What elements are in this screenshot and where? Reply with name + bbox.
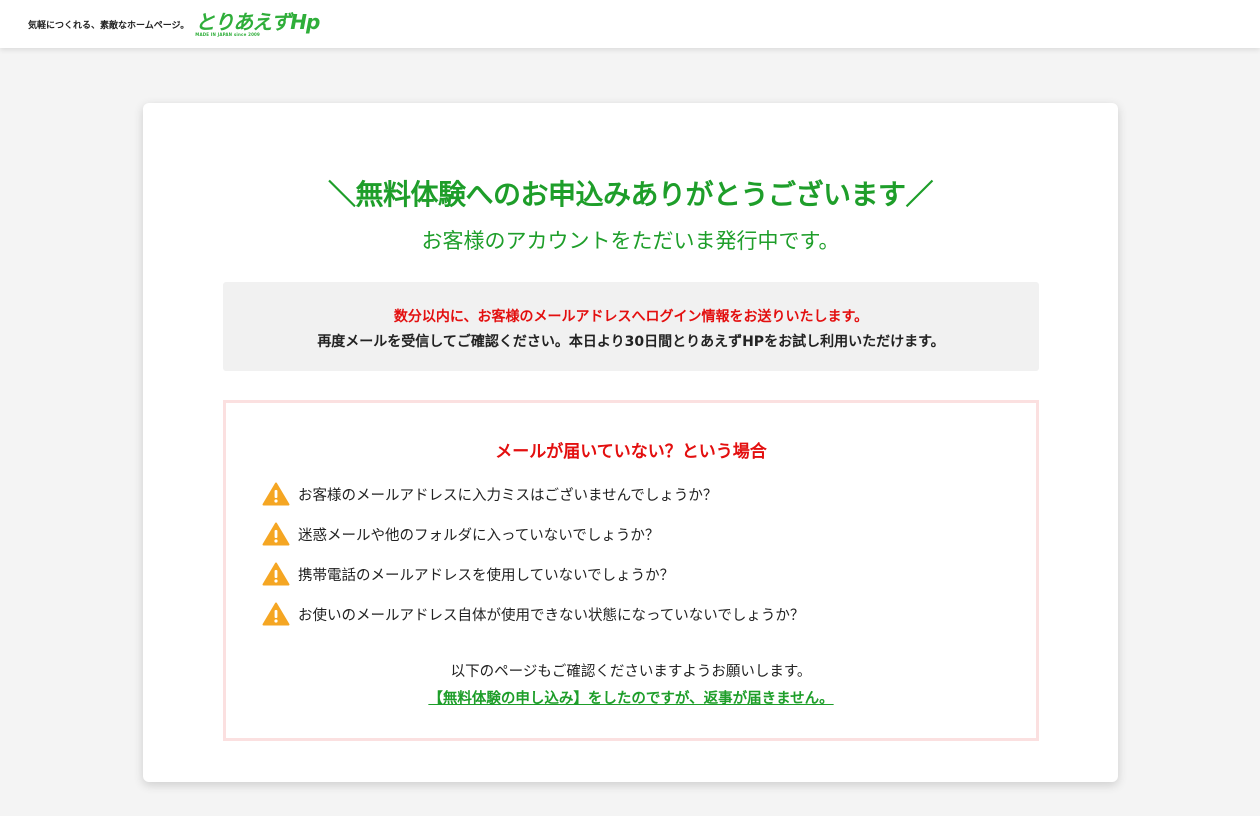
warning-icon [262,562,290,586]
faq-item-text: お使いのメールアドレス自体が使用できない状態になっていないでしょうか？ [298,607,805,624]
info-instruction: 再度メールを受信してご確認ください。本日より30日間とりあえずHPをお試し利用い… [317,334,945,350]
site-tagline: 気軽につくれる、素敵なホームページ。 [28,20,190,31]
faq-item-text: 迷惑メールや他のフォルダに入っていないでしょうか？ [298,527,660,544]
warning-icon [262,602,290,626]
no-reply-help-link[interactable]: 【無料体験の申し込み】をしたのですが、返事が届きません。 [428,691,833,707]
faq-footer-text: 以下のページもご確認くださいますようお願いします。 [450,664,812,680]
faq-footer-link-wrap: 【無料体験の申し込み】をしたのですが、返事が届きません。 [226,687,1036,708]
warning-icon [262,482,290,506]
site-header: 気軽につくれる、素敵なホームページ。 とりあえずHp MADE IN JAPAN… [0,0,1260,48]
faq-item-text: お客様のメールアドレスに入力ミスはございませんでしょうか？ [298,487,718,504]
logo-subtext: MADE IN JAPAN since 2009 [195,31,261,37]
faq-item: 携帯電話のメールアドレスを使用していないでしょうか？ [262,561,962,587]
confirmation-card: ＼無料体験へのお申込みありがとうございます／ お客様のアカウントをただいま発行中… [143,103,1118,782]
faq-title: メールが届いていない？という場合 [495,442,767,462]
logo-wordmark: とりあえずHp [195,9,320,34]
faq-item: お客様のメールアドレスに入力ミスはございませんでしょうか？ [262,481,962,507]
site-logo[interactable]: とりあえずHp MADE IN JAPAN since 2009 [195,9,320,37]
faq-box: メールが届いていない？という場合 お客様のメールアドレスに入力ミスはございません… [223,400,1039,741]
info-notice: 数分以内に、お客様のメールアドレスへログイン情報をお送りいたします。 [393,309,869,325]
faq-item: 迷惑メールや他のフォルダに入っていないでしょうか？ [262,521,962,547]
info-box: 数分以内に、お客様のメールアドレスへログイン情報をお送りいたします。 再度メール… [223,282,1039,371]
page-subtitle: お客様のアカウントをただいま発行中です。 [421,229,840,253]
page-title: ＼無料体験へのお申込みありがとうございます／ [327,178,934,211]
faq-item-text: 携帯電話のメールアドレスを使用していないでしょうか？ [298,567,675,584]
faq-item: お使いのメールアドレス自体が使用できない状態になっていないでしょうか？ [262,601,962,627]
warning-icon [262,522,290,546]
